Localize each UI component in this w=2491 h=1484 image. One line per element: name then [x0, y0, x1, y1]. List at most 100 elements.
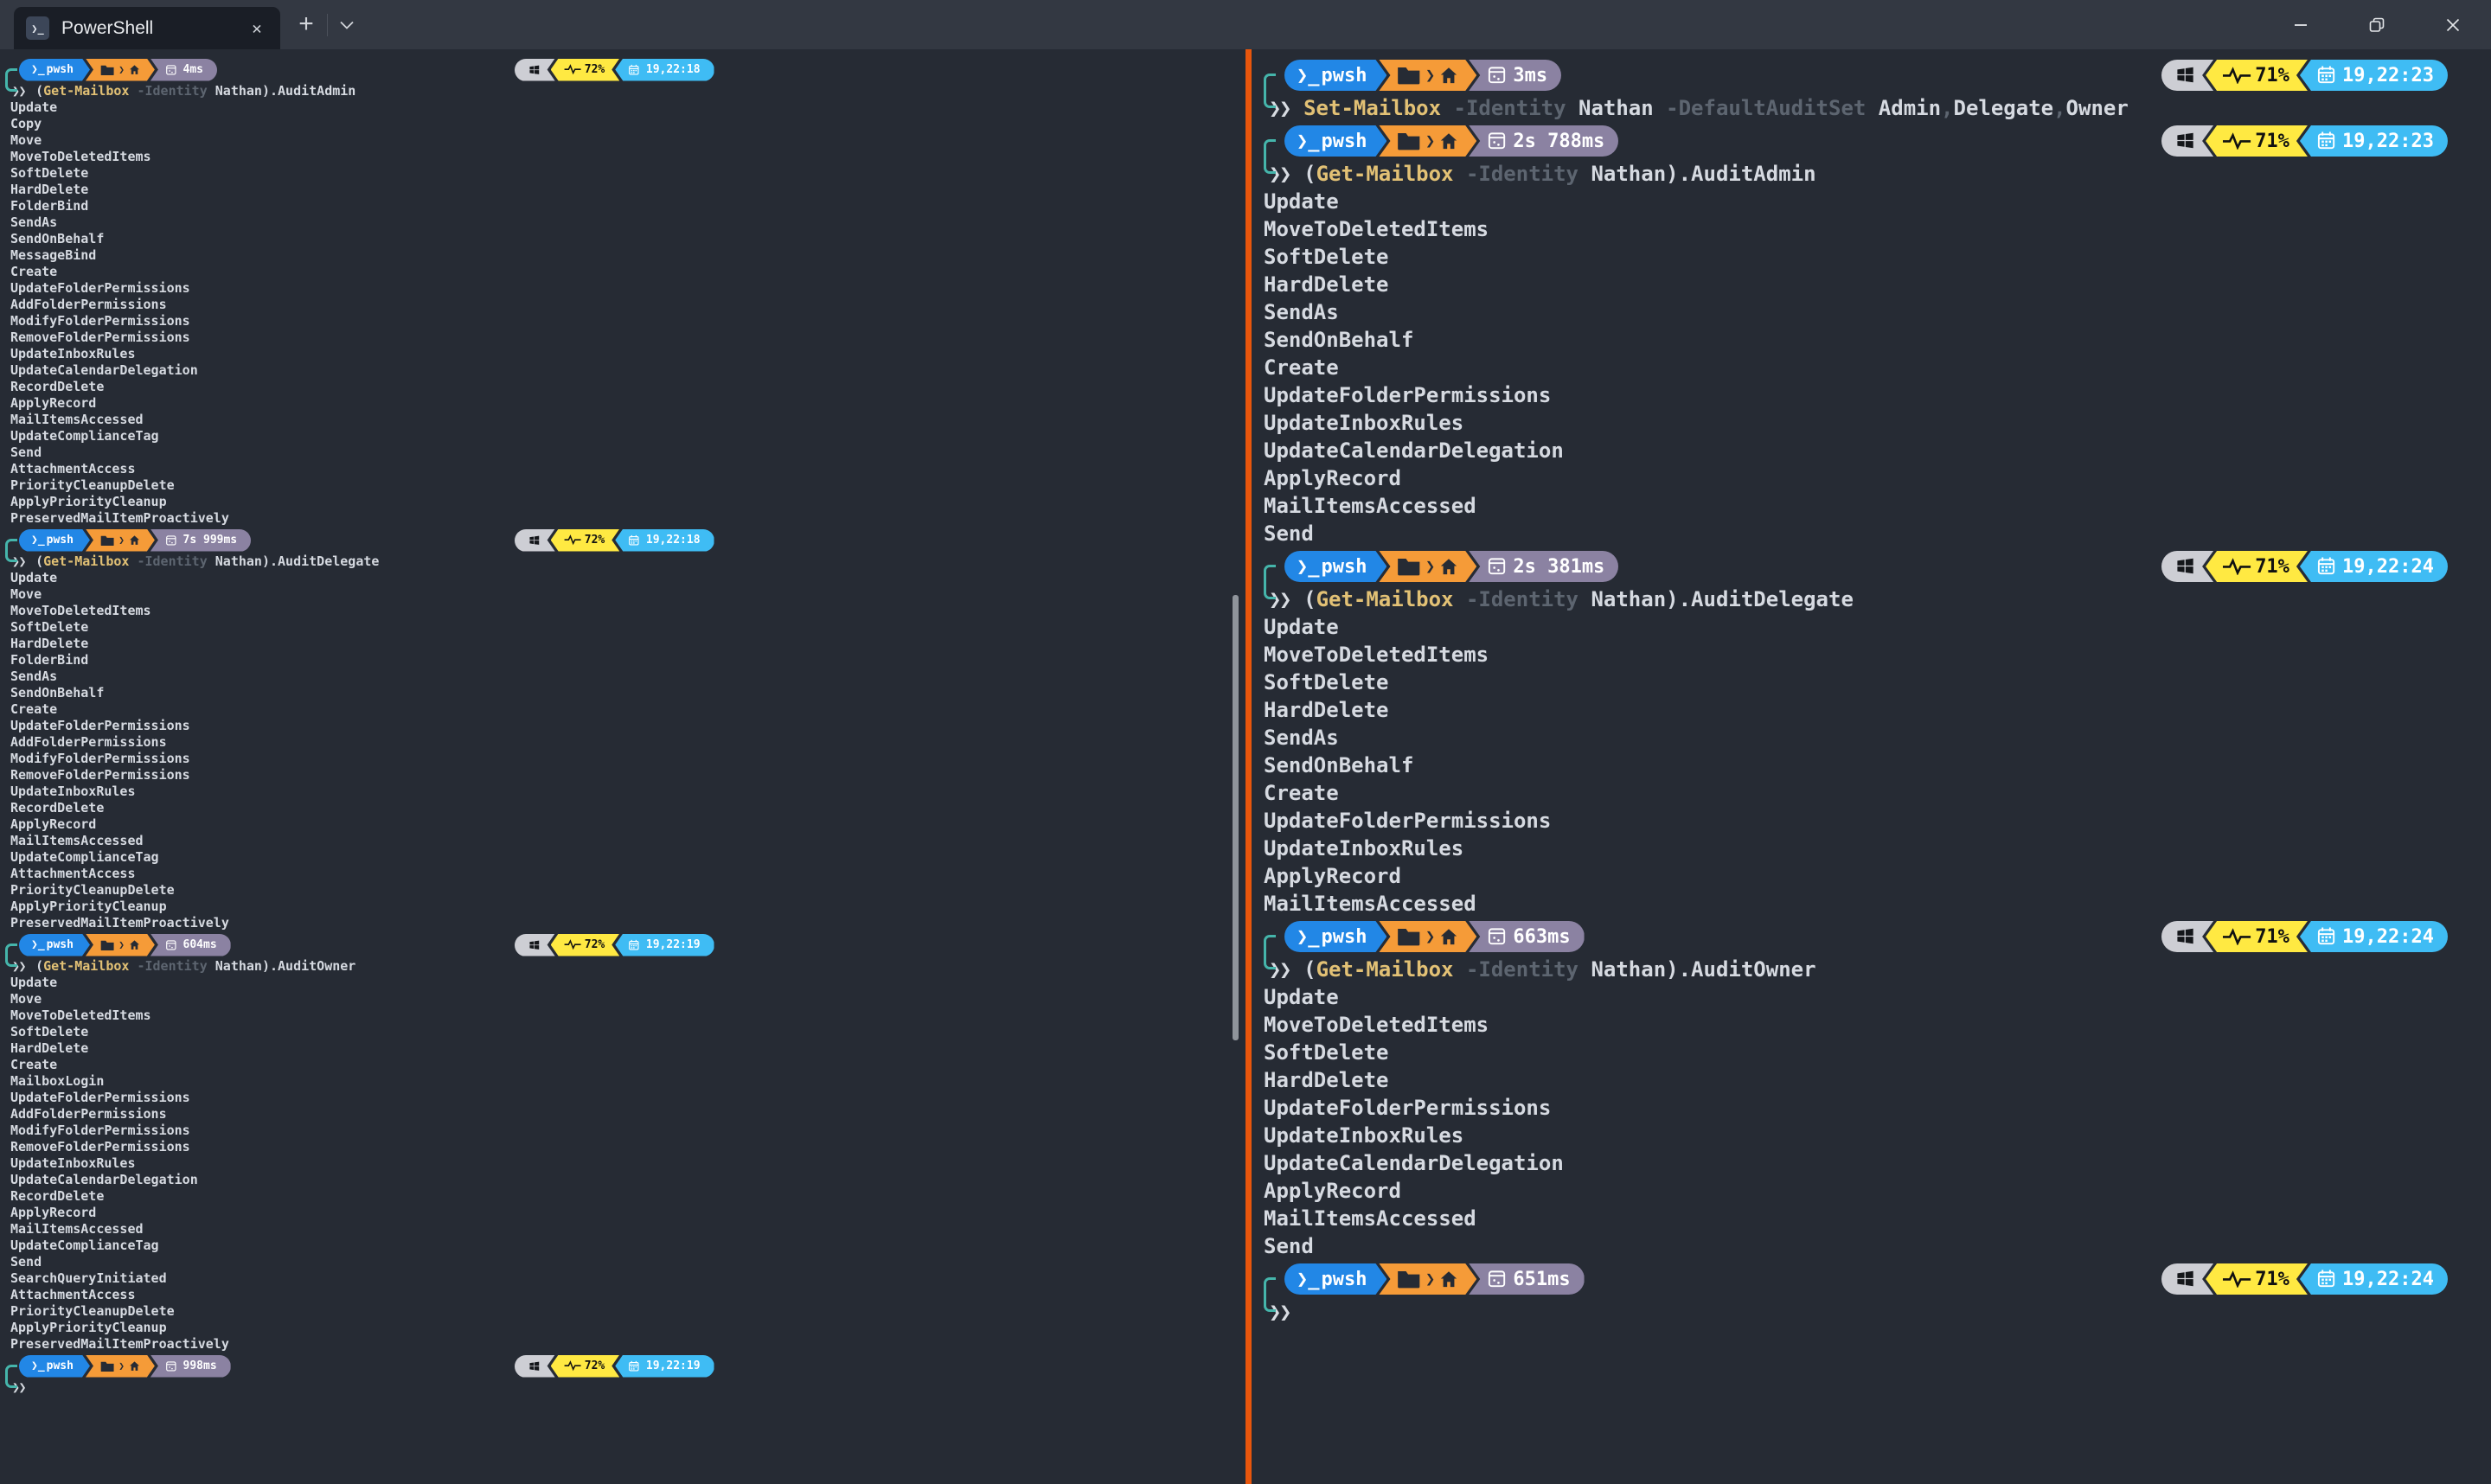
output-line: MailItemsAccessed	[1252, 492, 2491, 520]
prompt-row: ❯_pwsh ❯ 7s 999ms	[0, 527, 1246, 553]
output-line: AttachmentAccess	[0, 461, 1246, 477]
shell-segment: ❯_pwsh	[1284, 60, 1386, 91]
command-output: UpdateMoveMoveToDeletedItemsSoftDeleteHa…	[0, 975, 1246, 1353]
shell-segment: ❯_pwsh	[1284, 1263, 1386, 1295]
clock-value: 19,22:18	[646, 63, 701, 76]
output-line: FolderBind	[0, 652, 1246, 668]
tab-close-icon[interactable]: ✕	[244, 16, 270, 42]
output-line: ApplyPriorityCleanup	[0, 1320, 1246, 1336]
command-line: ❯❯(Get-Mailbox -Identity Nathan).AuditOw…	[1252, 956, 2491, 983]
directory-segment: ❯	[1379, 921, 1476, 952]
battery-percent: 71%	[2255, 926, 2289, 948]
directory-segment: ❯	[1379, 1263, 1476, 1295]
prompt-block: ❯_pwsh ❯ 4ms	[0, 56, 1246, 527]
shell-segment: ❯_pwsh	[19, 59, 90, 81]
battery-segment: 71%	[2206, 125, 2308, 157]
prompt-row: ❯_pwsh ❯ 2s 788ms	[1252, 122, 2491, 160]
folder-icon	[100, 939, 114, 951]
restore-down-button[interactable]	[2339, 0, 2415, 49]
command-token: Nathan	[1591, 587, 1666, 611]
shell-label: pwsh	[47, 63, 74, 76]
powershell-tab-icon: ❯_	[26, 16, 49, 40]
output-line: ApplyRecord	[1252, 464, 2491, 492]
duration-segment: 604ms	[150, 934, 231, 956]
terminal-pane-right[interactable]: ❯_pwsh ❯ 3ms	[1252, 49, 2491, 1484]
output-line: FolderBind	[0, 198, 1246, 214]
output-line: UpdateInboxRules	[1252, 835, 2491, 862]
prompt-right-segments: 72% 19,22:18	[515, 529, 714, 552]
shell-segment: ❯_pwsh	[1284, 125, 1386, 157]
prompt-row: ❯_pwsh ❯ 3ms	[1252, 56, 2491, 94]
output-line: Copy	[0, 116, 1246, 132]
windows-logo-icon	[2175, 556, 2195, 576]
prompt-block: ❯_pwsh ❯ 3ms	[1252, 56, 2491, 122]
output-line: HardDelete	[1252, 1066, 2491, 1094]
output-line: SendAs	[1252, 724, 2491, 752]
shell-label: pwsh	[47, 534, 74, 547]
command-token: -Identity	[1466, 587, 1591, 611]
output-line: RecordDelete	[0, 379, 1246, 395]
clock-value: 19,22:24	[2342, 1269, 2434, 1290]
command-token: ).AuditOwner	[262, 958, 355, 974]
tab-powershell[interactable]: ❯_ PowerShell ✕	[14, 7, 280, 49]
chevron-right-icon: ❯	[1425, 558, 1435, 576]
stopwatch-icon	[1487, 926, 1507, 946]
shell-segment: ❯_pwsh	[1284, 551, 1386, 582]
command-text: (Get-Mailbox -Identity Nathan).AuditOwne…	[1303, 956, 1815, 983]
home-icon	[129, 939, 140, 950]
home-icon	[1439, 66, 1458, 85]
prompt-left-segments: ❯_pwsh ❯ 651ms	[1284, 1263, 1585, 1295]
pulse-icon	[2222, 1270, 2251, 1289]
command-token: ).AuditDelegate	[1666, 587, 1854, 611]
clock-value: 19,22:19	[646, 1359, 701, 1372]
output-line: MailItemsAccessed	[1252, 1205, 2491, 1232]
new-tab-button[interactable]: +	[287, 7, 325, 42]
output-line: UpdateInboxRules	[0, 1155, 1246, 1172]
command-token: Nathan	[215, 83, 262, 99]
tab-dropdown-button[interactable]	[330, 7, 364, 42]
titlebar[interactable]: ❯_ PowerShell ✕ +	[0, 0, 2491, 49]
shell-label: pwsh	[47, 1359, 74, 1372]
battery-segment: 71%	[2206, 60, 2308, 91]
prompt-block: ❯_pwsh ❯ 604ms	[0, 931, 1246, 1353]
output-line: ModifyFolderPermissions	[0, 751, 1246, 767]
output-line: UpdateFolderPermissions	[1252, 381, 2491, 409]
command-token: Delegate	[1954, 96, 2054, 120]
output-line: UpdateInboxRules	[0, 346, 1246, 362]
output-line: RemoveFolderPermissions	[0, 1139, 1246, 1155]
output-line: MessageBind	[0, 247, 1246, 264]
windows-segment	[515, 1355, 555, 1378]
command-token: -Identity	[137, 83, 215, 99]
chevron-right-icon: ❯_	[1297, 131, 1320, 152]
output-line: Update	[1252, 613, 2491, 641]
command-token: Nathan	[215, 958, 262, 974]
output-line: RecordDelete	[0, 800, 1246, 816]
prompt-right-segments: 71% 19,22:24	[2161, 921, 2448, 952]
pane-divider[interactable]	[1246, 49, 1252, 1484]
folder-icon	[1397, 1269, 1421, 1289]
windows-logo-icon	[2175, 926, 2195, 946]
home-icon	[1439, 1270, 1458, 1289]
duration-value: 998ms	[183, 1359, 217, 1372]
command-token: Owner	[2066, 96, 2129, 120]
close-button[interactable]	[2415, 0, 2491, 49]
duration-segment: 998ms	[150, 1355, 231, 1378]
duration-value: 2s 788ms	[1513, 131, 1604, 152]
output-line: UpdateCalendarDelegation	[1252, 1149, 2491, 1177]
duration-segment: 651ms	[1469, 1263, 1584, 1295]
chevron-right-icon: ❯	[1425, 67, 1435, 85]
clock-segment: 19,22:23	[2300, 60, 2448, 91]
stopwatch-icon	[1487, 556, 1507, 576]
calendar-icon	[2316, 926, 2336, 946]
terminal-pane-left[interactable]: ❯_pwsh ❯ 4ms	[0, 49, 1246, 1484]
minimize-button[interactable]	[2263, 0, 2339, 49]
shell-segment: ❯_pwsh	[1284, 921, 1386, 952]
output-line: SendOnBehalf	[0, 685, 1246, 701]
command-token: Nathan	[1578, 96, 1666, 120]
stopwatch-icon	[165, 534, 177, 547]
output-line: MoveToDeletedItems	[1252, 215, 2491, 243]
command-line: ❯❯	[0, 1379, 1246, 1396]
output-line: HardDelete	[0, 182, 1246, 198]
windows-logo-icon	[528, 534, 541, 547]
command-token: (	[35, 83, 43, 99]
